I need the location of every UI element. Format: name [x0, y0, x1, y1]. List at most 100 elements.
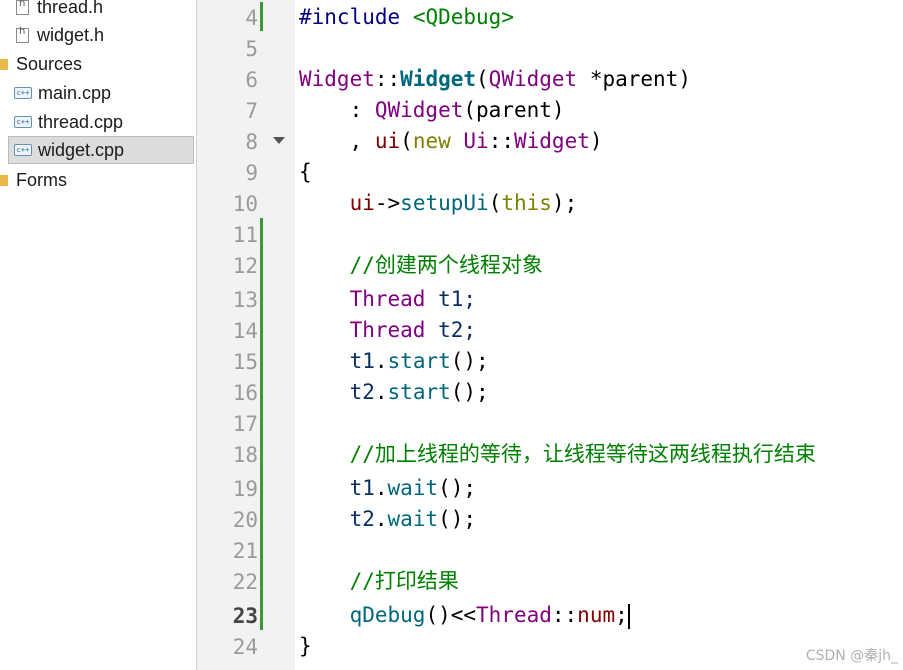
fold-arrow-icon[interactable]	[273, 137, 285, 144]
line-number: 17	[232, 412, 258, 436]
code-token: num	[577, 603, 616, 627]
code-token: t2	[349, 380, 375, 404]
tree-item-thread-h[interactable]: thread.h	[14, 0, 103, 21]
code-comment: //创建两个线程对象	[299, 253, 543, 277]
code-token: setupUi	[400, 191, 489, 215]
code-token: t1	[349, 476, 375, 500]
code-line-20: t2.wait();	[299, 504, 476, 535]
code-line-23: qDebug()<<Thread::num;	[299, 600, 630, 631]
header-file-icon	[16, 26, 29, 43]
line-number-gutter[interactable]: 4 5 6 7 8 9 10 11 12 13 14 15 16 17 18 1…	[197, 0, 295, 670]
code-line-15: t1.start();	[299, 346, 489, 377]
code-line-6: Widget::Widget(QWidget *parent)	[299, 64, 691, 95]
code-token: t2	[349, 507, 375, 531]
code-token: ::	[374, 67, 401, 91]
line-number: 24	[232, 635, 258, 659]
line-number: 11	[232, 223, 258, 247]
code-line-16: t2.start();	[299, 377, 489, 408]
watermark: CSDN @秦jh_	[805, 648, 898, 664]
cpp-file-icon: c++	[14, 144, 32, 156]
code-token: ()<<	[425, 603, 477, 627]
code-token: wait	[387, 476, 439, 500]
change-marker	[260, 2, 263, 31]
line-number: 15	[232, 350, 258, 374]
line-number: 4	[245, 6, 258, 30]
tree-item-label: Forms	[16, 169, 67, 190]
code-token: start	[387, 349, 451, 373]
forms-folder-icon	[0, 174, 8, 186]
code-token: ();	[450, 349, 489, 373]
code-token: QWidget	[374, 98, 464, 122]
code-token: ui	[349, 191, 375, 215]
code-token: start	[387, 380, 451, 404]
code-token: (parent)	[463, 98, 565, 122]
code-line-24: }	[299, 631, 312, 662]
code-token: ::	[488, 129, 514, 153]
code-token: t1	[349, 349, 375, 373]
code-token: );	[551, 191, 578, 215]
code-token: .	[374, 507, 388, 531]
code-token: this	[501, 191, 552, 215]
code-token: wait	[387, 507, 439, 531]
code-token: .	[374, 476, 388, 500]
code-token: t1;	[425, 287, 477, 311]
text-cursor	[627, 603, 630, 629]
code-token: Ui	[463, 129, 489, 153]
tree-item-widget-cpp[interactable]: c++ widget.cpp	[8, 136, 194, 164]
code-token: ->	[374, 191, 401, 215]
code-token: (	[488, 191, 502, 215]
line-number: 18	[232, 443, 258, 467]
code-line-22: //打印结果	[299, 566, 459, 597]
header-file-icon	[16, 0, 29, 15]
code-token: ui	[374, 129, 401, 153]
tree-item-label: thread.h	[37, 0, 104, 17]
code-token: ,	[299, 129, 375, 153]
code-line-10: ui->setupUi(this);	[299, 188, 578, 219]
line-number: 20	[232, 508, 258, 532]
code-comment: //加上线程的等待，让线程等待这两线程执行结束	[299, 442, 816, 466]
code-token: ;	[615, 603, 628, 627]
project-tree: thread.h widget.h Sources c++ main.cpp c…	[0, 0, 197, 670]
code-token: Thread	[476, 603, 552, 627]
tree-item-label: thread.cpp	[38, 111, 124, 132]
code-line-13: Thread t1;	[299, 284, 476, 315]
line-number: 8	[245, 130, 258, 154]
code-token: )	[589, 129, 603, 153]
line-number: 12	[232, 254, 258, 278]
code-token: ();	[438, 507, 477, 531]
code-token: new	[412, 129, 451, 153]
tree-item-label: widget.cpp	[38, 139, 125, 160]
line-number-current: 23	[232, 604, 258, 628]
code-line-14: Thread t2;	[299, 315, 476, 346]
code-token: .	[374, 380, 388, 404]
tree-item-forms[interactable]: Forms	[0, 166, 67, 194]
code-token: Widget	[299, 67, 375, 91]
code-token: Widget	[400, 67, 477, 91]
code-token: *parent)	[577, 67, 691, 91]
code-token: }	[299, 634, 312, 658]
code-token: qDebug	[349, 603, 426, 627]
code-line-12: //创建两个线程对象	[299, 250, 543, 281]
code-line-7: : QWidget(parent)	[299, 95, 565, 126]
tree-item-main-cpp[interactable]: c++ main.cpp	[14, 79, 111, 107]
code-token: ();	[450, 380, 489, 404]
tree-item-label: widget.h	[37, 24, 105, 45]
line-number: 5	[245, 37, 258, 61]
tree-item-thread-cpp[interactable]: c++ thread.cpp	[14, 108, 123, 136]
line-number: 7	[245, 99, 258, 123]
code-editor[interactable]: #include <QDebug> Widget::Widget(QWidget…	[296, 0, 903, 670]
code-line-18: //加上线程的等待，让线程等待这两线程执行结束	[299, 439, 816, 470]
line-number: 14	[232, 319, 258, 343]
code-token: ();	[438, 476, 477, 500]
tree-item-widget-h[interactable]: widget.h	[14, 21, 104, 49]
tree-item-sources[interactable]: Sources	[0, 50, 82, 78]
change-marker	[260, 218, 263, 630]
sources-folder-icon	[0, 58, 8, 70]
line-number: 21	[232, 539, 258, 563]
